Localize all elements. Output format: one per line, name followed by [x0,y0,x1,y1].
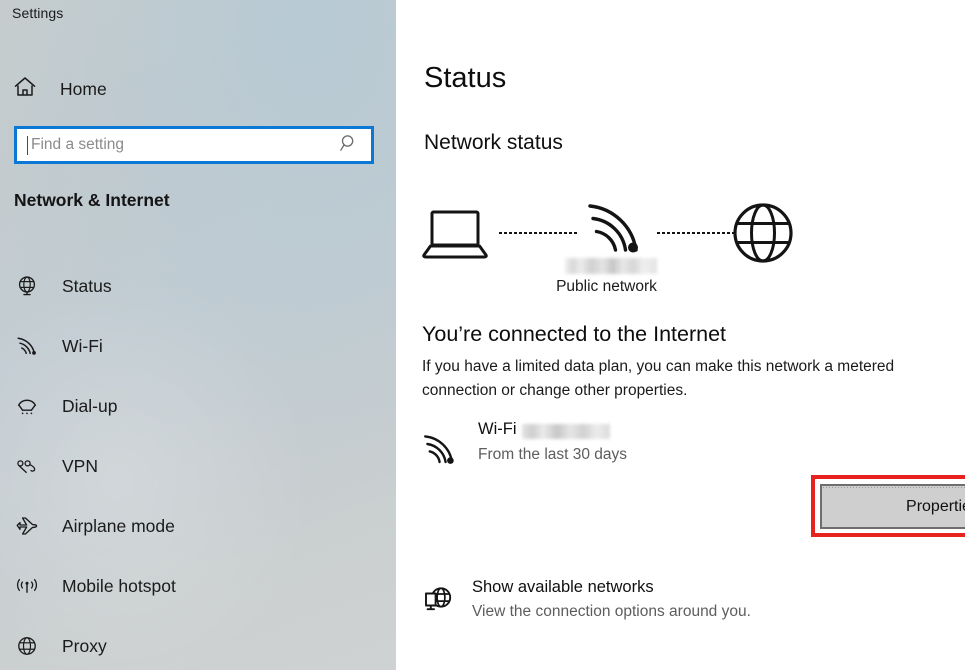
sidebar-item-label: Airplane mode [62,515,175,536]
sidebar-item-wifi[interactable]: Wi-Fi [0,316,396,376]
sidebar-item-label: Dial-up [62,395,118,416]
wifi-usage-row: Wi-Fi From the last 30 days 20.52 GB [420,420,940,476]
wifi-icon [584,200,646,263]
sidebar-item-label: Wi-Fi [62,335,103,356]
sidebar-nav-list: Status Wi-Fi Dial-up VPN Airplane mode M… [0,256,396,670]
sidebar-item-proxy[interactable]: Proxy [0,616,396,670]
connection-heading: You’re connected to the Internet [422,322,727,346]
sidebar-item-status[interactable]: Status [0,256,396,316]
network-status-icon [14,273,40,299]
vpn-icon [14,453,40,479]
app-title: Settings [12,5,64,21]
settings-window: Settings Home Find a setting Network & I… [0,0,965,670]
sidebar-item-dial-up[interactable]: Dial-up [0,376,396,436]
sidebar-item-home[interactable]: Home [12,71,107,107]
wifi-icon [422,433,462,472]
main-content: Status Network status Public network You… [396,0,965,670]
sidebar-item-label: Proxy [62,635,107,656]
redacted-ssid [522,424,611,439]
connection-line-left [499,232,577,234]
home-icon [12,74,38,105]
dialup-icon [14,393,40,419]
globe-icon [14,633,40,659]
sidebar-item-vpn[interactable]: VPN [0,436,396,496]
airplane-icon [14,513,40,539]
page-title: Status [424,62,507,94]
sidebar-item-airplane-mode[interactable]: Airplane mode [0,496,396,556]
sidebar-item-label: Mobile hotspot [62,575,176,596]
usage-period: From the last 30 days [478,446,628,463]
section-heading-network-status: Network status [424,131,563,154]
sidebar: Settings Home Find a setting Network & I… [0,0,396,670]
sidebar-item-label-home: Home [60,78,107,99]
hotspot-icon [14,573,40,599]
network-diagram: Public network [414,190,834,302]
connection-description: If you have a limited data plan, you can… [422,358,895,399]
sidebar-section-title: Network & Internet [14,190,170,210]
wifi-network-name: Wi-Fi [478,420,611,439]
globe-icon [732,202,794,269]
sidebar-item-label: Status [62,275,112,296]
search-placeholder: Find a setting [31,137,125,153]
wifi-label: Wi-Fi [478,420,517,438]
wifi-icon [14,333,40,359]
show-available-networks-link[interactable]: Show available networks View the connect… [420,578,940,632]
show-networks-subtitle: View the connection options around you. [472,603,751,620]
properties-button[interactable]: Properties [820,484,965,529]
sidebar-item-mobile-hotspot[interactable]: Mobile hotspot [0,556,396,616]
search-icon[interactable] [339,133,359,158]
show-networks-title: Show available networks [472,578,654,596]
show-networks-icon [422,584,456,623]
redacted-ssid [565,258,657,274]
search-input[interactable]: Find a setting [14,126,374,164]
network-type-label: Public network [556,278,657,295]
laptop-icon [422,208,492,265]
connection-line-right [657,232,737,234]
sidebar-item-label: VPN [62,455,98,476]
